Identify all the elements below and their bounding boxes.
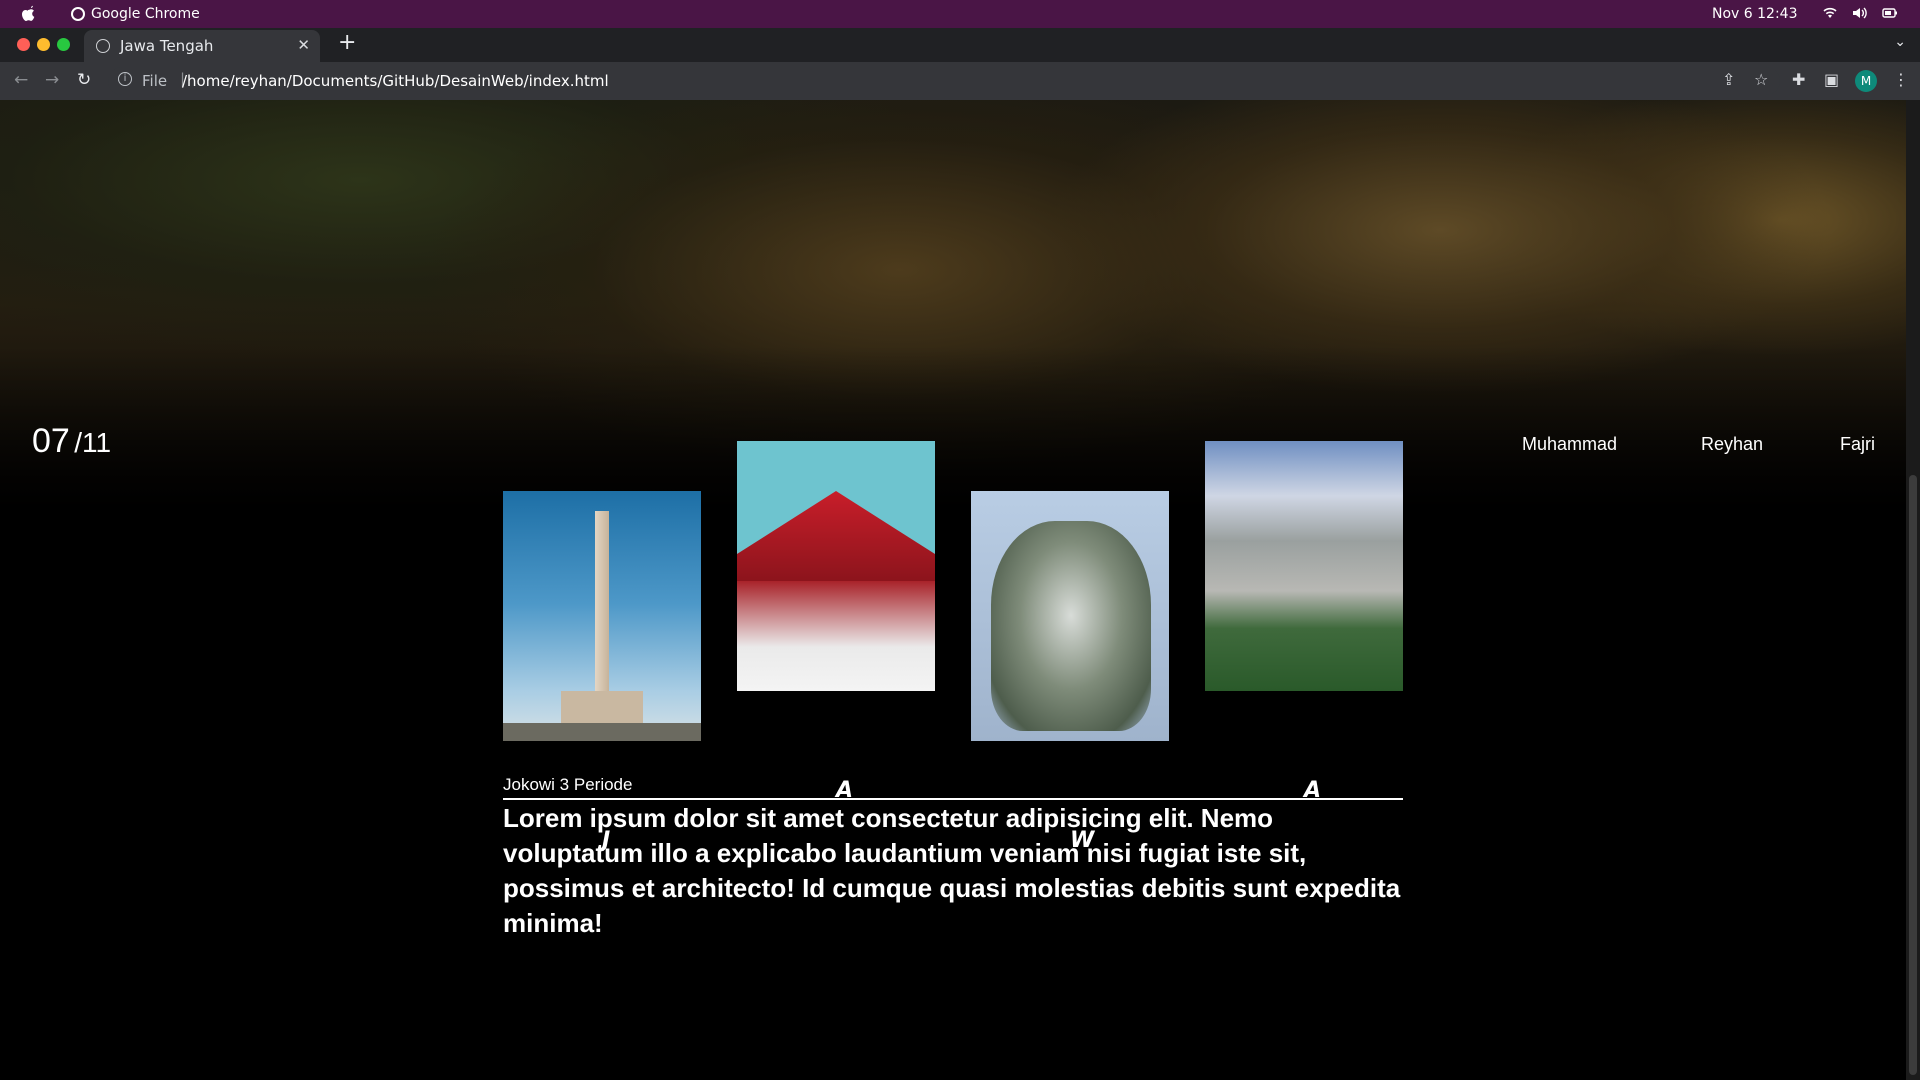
back-button[interactable]: ← bbox=[14, 70, 28, 90]
monument-base bbox=[561, 691, 643, 725]
close-window-button[interactable] bbox=[17, 38, 30, 51]
nav-link-fajri[interactable]: Fajri bbox=[1840, 434, 1875, 455]
side-panel-icon[interactable]: ▣ bbox=[1824, 70, 1839, 89]
profile-avatar[interactable]: M bbox=[1855, 70, 1877, 92]
active-app-menu[interactable]: Google Chrome bbox=[71, 6, 200, 22]
tab-strip: Jawa Tengah ✕ + ⌄ bbox=[0, 28, 1920, 62]
forward-button[interactable]: → bbox=[45, 70, 59, 90]
scheme-label: File bbox=[142, 72, 168, 90]
battery-icon[interactable] bbox=[1882, 6, 1898, 20]
temple-body bbox=[737, 581, 935, 691]
page-scrollbar[interactable] bbox=[1906, 100, 1920, 1080]
tab-title: Jawa Tengah bbox=[120, 37, 214, 55]
article-caption: Jokowi 3 Periode bbox=[503, 775, 633, 794]
chrome-icon bbox=[71, 7, 85, 21]
new-tab-button[interactable]: + bbox=[338, 30, 356, 55]
temple-roof bbox=[737, 491, 935, 581]
tab-search-chevron-icon[interactable]: ⌄ bbox=[1894, 34, 1906, 50]
shark-sculpture bbox=[991, 521, 1151, 731]
url-text[interactable]: /home/reyhan/Documents/GitHub/DesainWeb/… bbox=[182, 72, 609, 90]
tab-active[interactable]: Jawa Tengah ✕ bbox=[84, 30, 320, 62]
hero-landscape-image bbox=[0, 100, 1906, 510]
slide-counter-total: /11 bbox=[74, 427, 112, 458]
nav-link-muhammad[interactable]: Muhammad bbox=[1522, 434, 1617, 455]
info-icon[interactable]: i bbox=[118, 72, 132, 86]
slide-counter-current: 07 bbox=[32, 422, 70, 460]
system-tray[interactable] bbox=[1822, 6, 1898, 20]
os-top-bar: Google Chrome Nov 6 12:43 bbox=[0, 0, 1920, 28]
gallery-card-temple[interactable] bbox=[737, 441, 935, 691]
article-body: Lorem ipsum dolor sit amet consectetur a… bbox=[503, 803, 1401, 938]
gallery-card-sculpture[interactable] bbox=[971, 491, 1169, 741]
maximize-window-button[interactable] bbox=[57, 38, 70, 51]
apple-icon[interactable] bbox=[20, 5, 36, 23]
window-controls bbox=[17, 38, 70, 51]
gallery-card-cliff[interactable] bbox=[1205, 441, 1403, 691]
scrollbar-thumb[interactable] bbox=[1909, 475, 1917, 1075]
share-icon[interactable]: ⇪ bbox=[1722, 70, 1735, 89]
gallery-card-monument[interactable] bbox=[503, 491, 701, 741]
address-bar[interactable]: i File | /home/reyhan/Documents/GitHub/D… bbox=[108, 67, 1780, 95]
clock[interactable]: Nov 6 12:43 bbox=[1712, 6, 1797, 22]
monument-ground bbox=[503, 723, 701, 741]
slide-counter: 07 /11 bbox=[32, 422, 111, 461]
kebab-menu-icon[interactable]: ⋮ bbox=[1893, 70, 1909, 89]
extensions-puzzle-icon[interactable]: ✚ bbox=[1792, 70, 1805, 89]
browser-toolbar: ← → ↻ i File | /home/reyhan/Documents/Gi… bbox=[0, 62, 1920, 100]
bookmark-star-icon[interactable]: ☆ bbox=[1754, 70, 1768, 89]
minimize-window-button[interactable] bbox=[37, 38, 50, 51]
caption-divider bbox=[503, 798, 1403, 800]
app-name-label: Google Chrome bbox=[91, 6, 200, 22]
wifi-icon[interactable] bbox=[1822, 6, 1838, 20]
close-tab-icon[interactable]: ✕ bbox=[297, 36, 310, 54]
monument-shaft bbox=[595, 511, 609, 701]
globe-icon bbox=[96, 39, 110, 53]
reload-button[interactable]: ↻ bbox=[77, 70, 91, 90]
nav-link-reyhan[interactable]: Reyhan bbox=[1701, 434, 1763, 455]
volume-icon[interactable] bbox=[1852, 6, 1868, 20]
